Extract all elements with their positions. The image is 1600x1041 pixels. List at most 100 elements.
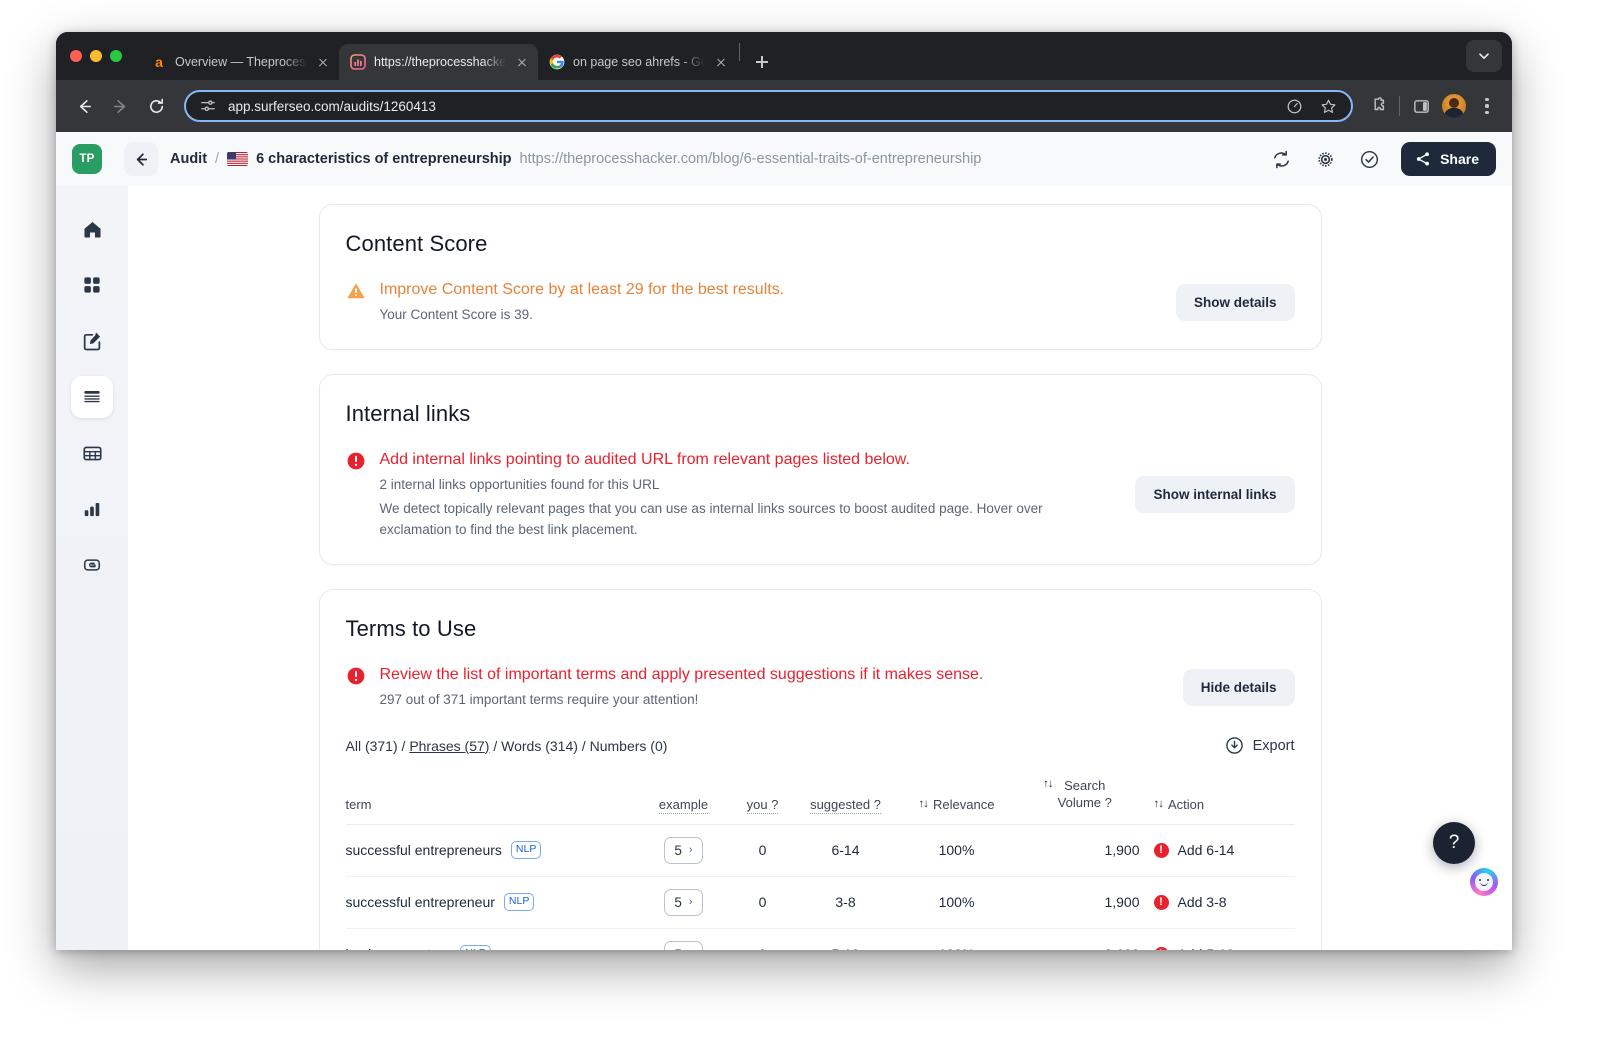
column-header-you[interactable]: you ? [731, 769, 794, 825]
performance-icon[interactable] [1283, 95, 1305, 117]
browser-tab-2[interactable]: https://theprocesshacker.com [339, 44, 538, 80]
example-button[interactable]: 5› [664, 888, 703, 916]
gear-icon[interactable] [1313, 147, 1337, 171]
example-count: 5 [674, 894, 682, 910]
sidebar-item-keyword-research[interactable] [71, 488, 113, 530]
internal-links-title: Internal links [345, 401, 471, 427]
chevron-right-icon: › [688, 896, 693, 909]
cell-action[interactable]: ! Add 5-19 [1139, 928, 1295, 950]
maximize-window-button[interactable] [110, 50, 122, 62]
filter-numbers[interactable]: Numbers (0) [590, 738, 668, 754]
example-button[interactable]: 5› [664, 940, 703, 950]
cell-search-volume: 3,600 [1015, 928, 1140, 950]
reload-icon [149, 98, 163, 113]
side-panel-icon [1413, 99, 1429, 113]
column-header-example[interactable]: example [635, 769, 732, 825]
hide-details-button[interactable]: Hide details [1182, 668, 1295, 706]
column-header-action-sortable[interactable]: ↑↓ Action [1154, 797, 1205, 812]
terms-headline: Review the list of important terms and a… [379, 666, 984, 684]
export-label: Export [1252, 737, 1295, 754]
internal-links-subline-1: 2 internal links opportunities found for… [379, 476, 660, 492]
sidebar-item-dashboard[interactable] [71, 264, 113, 306]
kebab-menu-icon[interactable] [1474, 93, 1500, 119]
column-header-action-label: Action [1168, 796, 1205, 812]
surferseo-favicon [350, 54, 366, 70]
minimize-window-button[interactable] [90, 50, 102, 62]
internal-links-subline-2: We detect topically relevant pages that … [379, 501, 1043, 537]
column-header-relevance-label: Relevance [933, 796, 995, 812]
terms-filters-row: All (371) / Phrases (57) / Words (314) /… [346, 736, 1295, 755]
sidebar-item-audit[interactable] [71, 376, 113, 418]
filter-all[interactable]: All (371) [346, 738, 398, 754]
close-icon[interactable] [713, 54, 729, 70]
column-header-relevance-sortable[interactable]: ↑↓ Relevance [919, 797, 995, 812]
column-header-action[interactable]: ↑↓ Action [1139, 769, 1295, 825]
filter-sep-1: / [397, 737, 410, 754]
filter-words[interactable]: Words (314) [501, 738, 578, 754]
terms-to-use-title: Terms to Use [345, 616, 477, 642]
column-header-relevance[interactable]: ↑↓ Relevance [897, 769, 1016, 825]
sidebar-item-grow-flow[interactable] [71, 544, 113, 586]
browser-back-button[interactable] [68, 90, 100, 122]
show-internal-links-button[interactable]: Show internal links [1135, 476, 1295, 514]
cell-action[interactable]: ! Add 6-14 [1139, 824, 1295, 877]
page-title: 6 characteristics of entrepreneurship [256, 151, 512, 167]
avatar-head [1449, 98, 1459, 108]
close-window-button[interactable] [70, 50, 82, 62]
example-button[interactable]: 5› [664, 836, 703, 864]
close-icon[interactable] [514, 54, 530, 70]
tab-divider [739, 42, 740, 61]
grid-icon [84, 277, 100, 293]
sidebar-item-content-editor[interactable] [71, 320, 113, 362]
window-menu-button[interactable] [1466, 40, 1502, 72]
column-header-search-volume[interactable]: ↑↓ Search Volume ? [1015, 769, 1140, 825]
cell-example: 5› [635, 824, 732, 877]
show-details-button[interactable]: Show details [1175, 283, 1295, 321]
help-button[interactable]: ? [1433, 822, 1475, 864]
page-settings-icon[interactable] [200, 98, 216, 114]
export-button[interactable]: Export [1225, 736, 1295, 755]
cell-search-volume: 1,900 [1015, 876, 1140, 929]
extensions-button[interactable] [1367, 95, 1389, 117]
term-label: successful entrepreneur [345, 894, 495, 911]
share-button[interactable]: Share [1401, 142, 1496, 176]
refresh-icon[interactable] [1269, 147, 1293, 171]
browser-tab-1[interactable]: a Overview — Theprocesshacke [140, 44, 339, 80]
column-header-suggested[interactable]: suggested ? [793, 769, 898, 825]
cell-search-volume: 1,900 [1015, 824, 1140, 877]
action-label: Add 5-19 [1178, 946, 1235, 950]
cell-action[interactable]: ! Add 3-8 [1139, 876, 1295, 929]
column-header-term[interactable]: term [345, 769, 636, 825]
breadcrumb-root[interactable]: Audit [170, 151, 207, 167]
filter-phrases[interactable]: Phrases (57) [409, 738, 489, 754]
question-mark-icon: ? [1448, 832, 1460, 853]
new-tab-button[interactable] [748, 48, 776, 76]
sidebar-item-serp-analyzer[interactable] [71, 432, 113, 474]
browser-reload-button[interactable] [140, 90, 172, 122]
close-icon[interactable] [315, 54, 331, 70]
tab-strip: a Overview — Theprocesshacke https://the… [56, 32, 1512, 80]
gs-icon [83, 559, 101, 571]
term-label: business venture [346, 946, 452, 950]
table-row[interactable]: business ventureNLP5›05-19100%3,600!Add … [345, 928, 1295, 950]
sidebar-item-home[interactable] [71, 208, 113, 250]
browser-forward-button[interactable] [104, 90, 136, 122]
app-back-button[interactable] [124, 142, 158, 176]
audited-url: https://theprocesshacker.com/blog/6-esse… [519, 151, 982, 167]
table-row[interactable]: successful entrepreneur NLP 5 › 0 3-8 100% 1,90… [345, 876, 1295, 929]
check-circle-icon[interactable] [1357, 147, 1381, 171]
app-logo[interactable]: TP [72, 144, 102, 174]
address-bar[interactable]: app.surferseo.com/audits/1260413 [184, 90, 1353, 122]
action-label: Add 3-8 [1177, 894, 1227, 911]
cell-example: 5› [635, 876, 732, 929]
table-row[interactable]: successful entrepreneurs NLP 5 › 0 6-14 100% 1,… [345, 824, 1295, 877]
column-header-search-volume-sortable[interactable]: ↑↓ Search Volume ? [1043, 778, 1112, 811]
star-icon[interactable] [1317, 95, 1339, 117]
avatar[interactable] [1442, 94, 1466, 118]
browser-tab-3[interactable]: on page seo ahrefs - Google S [538, 44, 737, 80]
terms-table-header-row: term example you ? suggested ? ↑↓ Releva… [345, 769, 1295, 825]
cell-example: 5› [635, 928, 732, 950]
chat-widget-button[interactable] [1470, 868, 1498, 896]
cell-relevance: 100% [897, 928, 1016, 950]
side-panel-button[interactable] [1410, 95, 1432, 117]
